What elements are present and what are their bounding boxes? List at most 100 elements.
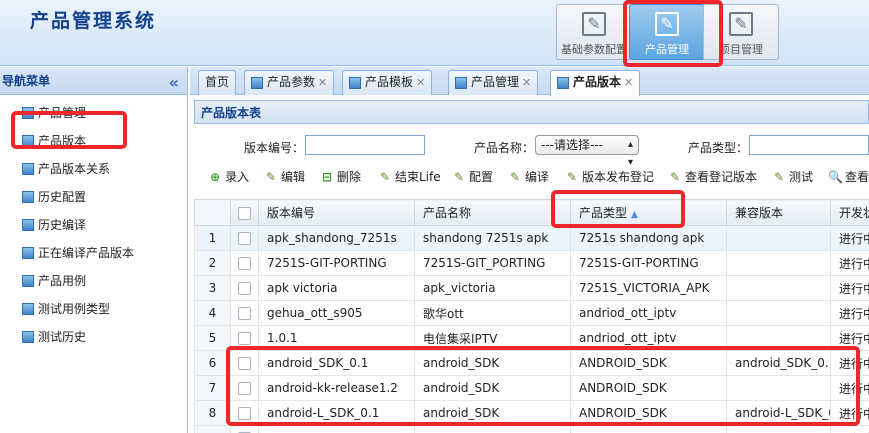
sidebar-item-product-cases[interactable]: 产品用例 xyxy=(0,267,187,295)
sidebar-item-test-case-types[interactable]: 测试用例类型 xyxy=(0,295,187,323)
close-icon[interactable]: ✕ xyxy=(522,76,531,89)
sidebar-item-test-history[interactable]: 测试历史 xyxy=(0,323,187,351)
cell-dev-status: 进行中 xyxy=(830,250,869,276)
close-icon[interactable]: ✕ xyxy=(318,76,327,89)
edit-button[interactable]: ✎ 编辑 xyxy=(264,168,305,185)
app-header: 产品管理系统 ✎ 基础参数配置 ✎ 产品管理 ✎ 项目管理 xyxy=(0,0,869,66)
sidebar-header: 导航菜单 « xyxy=(0,67,187,95)
checkbox[interactable] xyxy=(238,257,251,270)
sidebar-item-label: 历史编译 xyxy=(38,218,87,232)
tab-product-version[interactable]: 产品版本 ✕ xyxy=(550,70,641,96)
add-label: 录入 xyxy=(225,170,250,184)
add-button[interactable]: ⊕ 录入 xyxy=(208,168,249,185)
row-checkbox[interactable] xyxy=(230,250,259,276)
compile-button[interactable]: ✎ 编译 xyxy=(508,168,549,185)
row-number: 3 xyxy=(194,275,231,301)
sidebar-item-label: 历史配置 xyxy=(38,190,87,204)
tab-home[interactable]: 首页 xyxy=(198,70,237,95)
tab-product-templates[interactable]: 产品模板 ✕ xyxy=(342,70,433,95)
edit-icon: ✎ xyxy=(582,12,606,36)
compile-label: 编译 xyxy=(525,170,550,184)
page-icon xyxy=(22,247,34,259)
row-checkbox[interactable] xyxy=(230,225,259,251)
config-label: 配置 xyxy=(469,170,494,184)
view-button[interactable]: 🔍 查看 xyxy=(828,168,869,185)
tab-label: 产品管理 xyxy=(471,75,520,89)
tab-product-management[interactable]: 产品管理 ✕ xyxy=(448,70,539,95)
collapse-icon[interactable]: « xyxy=(169,69,179,97)
pencil-icon: ✎ xyxy=(566,170,578,184)
test-button[interactable]: ✎ 测试 xyxy=(772,168,813,185)
checkbox[interactable] xyxy=(238,332,251,345)
end-life-button[interactable]: ✎ 结束Life xyxy=(378,168,441,185)
table-header-row: 版本编号 产品名称 产品类型▲ 兼容版本 开发状 xyxy=(194,199,869,226)
table-row[interactable]: 9 进行中 xyxy=(194,425,869,433)
select-all-checkbox[interactable] xyxy=(230,199,259,226)
toolbar: ⊕ 录入 ✎ 编辑 ⊟ 删除 ✎ 结束Life ✎ 配置 ✎ 编译 ✎ 版本发布登记 ✎ 查看登… xyxy=(194,165,869,189)
cell-product-type: andriod_ott_iptv xyxy=(570,300,727,326)
page-icon xyxy=(22,303,34,315)
checkbox[interactable] xyxy=(238,307,251,320)
pencil-icon: ✎ xyxy=(453,170,465,184)
basic-params-label: 基础参数配置 xyxy=(561,43,627,56)
page-icon xyxy=(349,76,361,89)
cell-compatible-version xyxy=(726,250,831,276)
page-icon xyxy=(455,76,467,89)
sidebar-item-label: 产品用例 xyxy=(38,274,87,288)
view-published-button[interactable]: ✎ 查看登记版本 xyxy=(668,168,757,185)
table-row[interactable]: 1 apk_shandong_7251s shandong 7251s apk 725… xyxy=(194,225,869,251)
config-button[interactable]: ✎ 配置 xyxy=(452,168,493,185)
cell-dev-status: 进行中 xyxy=(830,275,869,301)
highlight-product-management-button xyxy=(623,0,723,67)
page-icon xyxy=(22,275,34,287)
page-icon xyxy=(22,191,34,203)
product-name-select[interactable]: ---请选择--- ▴ ▾ xyxy=(535,135,639,168)
row-checkbox[interactable] xyxy=(230,425,259,433)
tab-product-params[interactable]: 产品参数 ✕ xyxy=(244,70,335,95)
cell-product-type xyxy=(570,425,727,433)
version-input[interactable] xyxy=(305,135,425,155)
product-type-label: 产品类型： xyxy=(688,141,749,155)
page-icon xyxy=(22,219,34,231)
table-row[interactable]: 3 apk victoria apk_victoria 7251S_VICTORIA_… xyxy=(194,275,869,301)
tab-label: 产品模板 xyxy=(365,75,414,89)
basic-params-button[interactable]: ✎ 基础参数配置 xyxy=(556,4,632,60)
app-title: 产品管理系统 xyxy=(30,10,157,32)
column-version[interactable]: 版本编号 xyxy=(258,199,415,226)
checkbox[interactable] xyxy=(238,282,251,295)
close-icon[interactable]: ✕ xyxy=(624,76,633,89)
sidebar-item-history-compile[interactable]: 历史编译 xyxy=(0,211,187,239)
column-product-name[interactable]: 产品名称 xyxy=(414,199,571,226)
table-row[interactable]: 4 gehua_ott_s905歌华ottandriod_ott_iptv 进行中 xyxy=(194,300,869,326)
cell-version: 7251S-GIT-PORTING xyxy=(258,250,415,276)
filter-row: 版本编号： 产品名称： ---请选择--- ▴ ▾ 产品类型： xyxy=(194,133,869,168)
page-icon xyxy=(557,76,569,89)
row-checkbox[interactable] xyxy=(230,300,259,326)
cell-product-name xyxy=(414,425,571,433)
close-icon[interactable]: ✕ xyxy=(416,76,425,89)
magnifier-icon: 🔍 xyxy=(828,170,843,184)
sidebar-item-version-relations[interactable]: 产品版本关系 xyxy=(0,155,187,183)
cell-product-name: 歌华ott xyxy=(414,300,571,326)
view-label: 查看 xyxy=(845,170,869,184)
pencil-icon: ✎ xyxy=(265,170,277,184)
checkbox[interactable] xyxy=(238,232,251,245)
cell-product-type: 7251S_VICTORIA_APK xyxy=(570,275,727,301)
column-compatible-version[interactable]: 兼容版本 xyxy=(726,199,831,226)
cell-version: gehua_ott_s905 xyxy=(258,300,415,326)
row-number: 4 xyxy=(194,300,231,326)
sidebar-item-history-config[interactable]: 历史配置 xyxy=(0,183,187,211)
publish-button[interactable]: ✎ 版本发布登记 xyxy=(565,168,654,185)
pencil-icon: ✎ xyxy=(773,170,785,184)
delete-button[interactable]: ⊟ 删除 xyxy=(320,168,361,185)
row-checkbox[interactable] xyxy=(230,275,259,301)
table-row[interactable]: 2 7251S-GIT-PORTING 7251S-GIT_PORTING 7251S… xyxy=(194,250,869,276)
panel-title: 产品版本表 xyxy=(194,100,869,124)
version-label: 版本编号： xyxy=(244,141,305,155)
column-dev-status[interactable]: 开发状 xyxy=(830,199,869,226)
sidebar-item-compiling-versions[interactable]: 正在编译产品版本 xyxy=(0,239,187,267)
product-type-input[interactable] xyxy=(749,135,869,155)
cell-product-type: 7251S-GIT-PORTING xyxy=(570,250,727,276)
end-life-label: 结束Life xyxy=(395,170,441,184)
pencil-icon: ✎ xyxy=(379,170,391,184)
